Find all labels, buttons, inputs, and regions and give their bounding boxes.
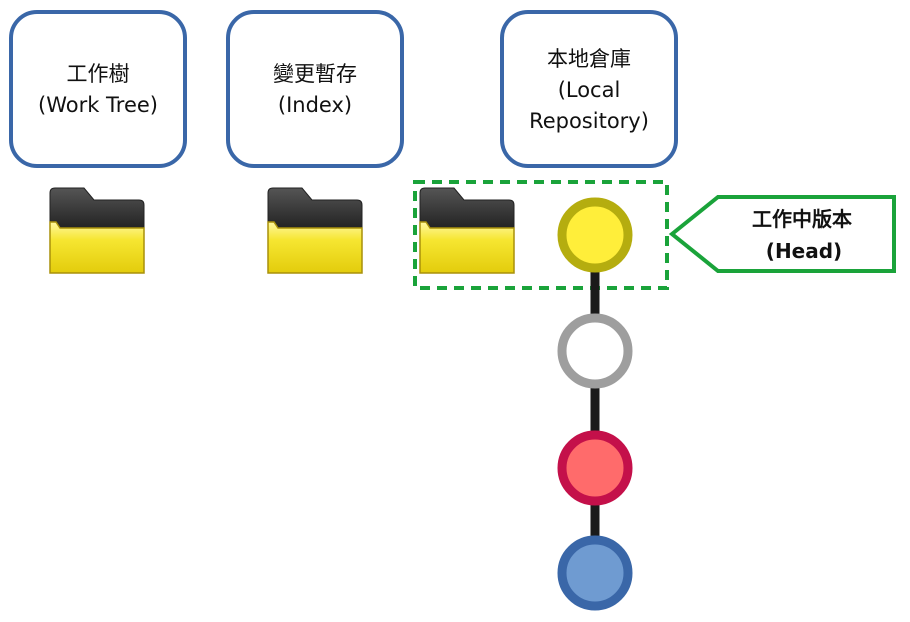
index-label-line-1: 變更暫存 [273,62,357,86]
commit-node [557,430,633,506]
head-callout-line-2: (Head) [766,239,842,263]
work-tree-box: 工作樹 (Work Tree) [9,10,187,168]
work-tree-label-line-2: (Work Tree) [38,93,158,117]
git-areas-diagram: 工作樹 (Work Tree) 變更暫存 (Index) 本地倉庫 (Local… [9,10,896,611]
head-commit-node [557,197,633,273]
commit-node [557,313,633,389]
local-repository-label-line-2: (Local [558,78,621,102]
index-folder-icon [267,187,363,274]
work-tree-label-line-1: 工作樹 [67,62,130,86]
work-tree-folder-icon [49,187,145,274]
local-repository-label-line-3: Repository) [529,109,649,133]
local-repository-box: 本地倉庫 (Local Repository) [500,10,678,168]
head-callout-line-1: 工作中版本 [752,207,852,231]
repository-folder-icon [419,187,515,274]
local-repository-label-line-1: 本地倉庫 [547,47,631,71]
commit-node [557,535,633,611]
index-box: 變更暫存 (Index) [226,10,404,168]
head-callout: 工作中版本 (Head) [668,195,896,273]
index-label-line-2: (Index) [278,93,352,117]
